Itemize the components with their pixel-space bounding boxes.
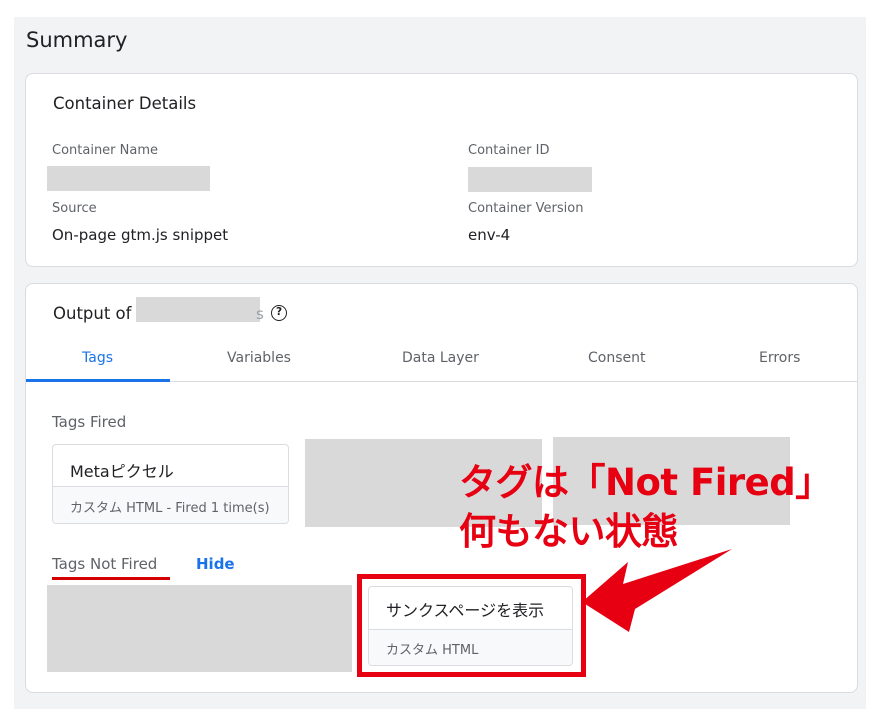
container-details-title: Container Details xyxy=(53,94,197,113)
source-value: On-page gtm.js snippet xyxy=(52,226,229,244)
tab-consent[interactable]: Consent xyxy=(588,350,645,366)
annotation-line-1: タグは「Not Fired」 xyxy=(459,461,832,504)
page-title: Summary xyxy=(26,28,128,52)
not-fired-underline xyxy=(52,577,170,580)
tab-tags[interactable]: Tags xyxy=(82,350,113,366)
source-label: Source xyxy=(52,201,97,216)
output-target-redacted xyxy=(136,297,260,322)
tags-not-fired-label: Tags Not Fired xyxy=(52,555,158,573)
help-icon[interactable]: ? xyxy=(271,305,287,321)
container-name-label: Container Name xyxy=(52,143,159,158)
arrow-icon xyxy=(582,549,732,632)
hide-link[interactable]: Hide xyxy=(196,555,235,573)
container-name-redacted xyxy=(47,166,210,191)
tag-name: Metaピクセル xyxy=(70,462,174,481)
output-title-fragment: s xyxy=(256,305,264,323)
tab-errors[interactable]: Errors xyxy=(759,350,800,366)
container-version-value: env-4 xyxy=(468,226,511,244)
container-version-label: Container Version xyxy=(468,201,584,216)
tag-card-meta-pixel[interactable]: Metaピクセル カスタム HTML - Fired 1 time(s) xyxy=(52,444,289,524)
tag-footer: カスタム HTML - Fired 1 time(s) xyxy=(53,486,288,523)
redacted-tag-card xyxy=(47,585,352,672)
tags-fired-label: Tags Fired xyxy=(52,413,127,431)
tab-variables[interactable]: Variables xyxy=(227,350,291,366)
tab-data-layer[interactable]: Data Layer xyxy=(402,350,479,366)
tag-meta: カスタム HTML - Fired 1 time(s) xyxy=(70,501,270,516)
output-title: Output of xyxy=(53,304,132,323)
container-id-redacted xyxy=(468,167,592,192)
container-id-label: Container ID xyxy=(468,143,550,158)
annotation-text: タグは「Not Fired」 何もない状態 xyxy=(459,458,832,556)
active-tab-indicator xyxy=(26,379,170,382)
highlight-box xyxy=(357,574,586,677)
